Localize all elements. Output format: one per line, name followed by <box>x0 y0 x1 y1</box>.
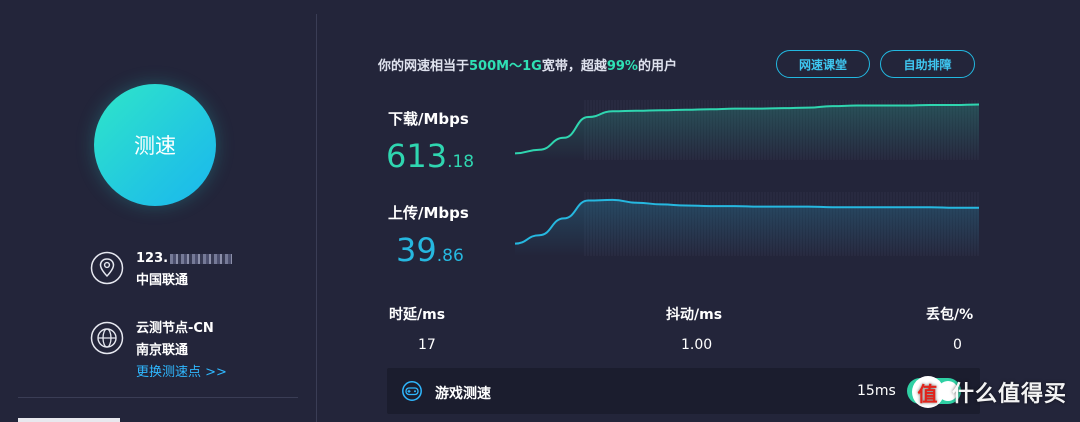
upload-series-area <box>515 199 979 256</box>
panel-divider <box>316 14 317 422</box>
left-divider <box>18 397 298 398</box>
left-panel: 测速 123. 中国联通 云测节点-CN 南京联通 更换测速点 >> <box>0 0 316 422</box>
download-value-dec: .18 <box>447 152 475 172</box>
isp-label: 中国联通 <box>136 273 189 288</box>
summary-percent: 99% <box>606 59 638 74</box>
node-info: 云测节点-CN 南京联通 更换测速点 >> <box>90 318 227 384</box>
start-speed-test-button[interactable]: 测速 <box>94 84 216 206</box>
download-value-int: 613 <box>386 137 448 175</box>
upload-value-int: 39 <box>396 231 437 269</box>
game-latency: 15ms <box>857 383 896 399</box>
self-troubleshoot-button[interactable]: 自助排障 <box>880 50 975 78</box>
summary-prefix: 你的网速相当于 <box>378 59 470 74</box>
gamepad-icon <box>402 381 422 401</box>
summary-bandwidth: 500M～1G <box>469 59 542 74</box>
watermark-text: 什么值得买 <box>952 382 1068 407</box>
change-node-link[interactable]: 更换测速点 >> <box>136 362 227 384</box>
speed-summary: 你的网速相当于500M～1G宽带，超越99%的用户 <box>378 55 677 74</box>
bottom-tab-indicator <box>18 418 120 422</box>
ip-info: 123. 中国联通 <box>90 248 233 292</box>
summary-middle: 宽带，超越 <box>541 59 607 74</box>
upload-chart <box>515 192 979 256</box>
location-pin-icon <box>90 251 124 285</box>
download-value: 613.18 <box>386 140 474 178</box>
watermark: 值 什么值得买 <box>912 376 1067 408</box>
game-speed-label: 游戏测速 <box>435 386 491 402</box>
node-name: 云测节点-CN <box>136 321 214 336</box>
latency-label: 时延/ms <box>389 307 446 323</box>
packet-loss-label: 丢包/% <box>926 307 974 323</box>
jitter-value: 1.00 <box>681 337 713 353</box>
download-chart <box>515 100 979 160</box>
download-label: 下载/Mbps <box>388 110 469 128</box>
upload-value: 39.86 <box>396 234 464 272</box>
jitter-label: 抖动/ms <box>666 307 723 323</box>
node-isp: 南京联通 <box>136 343 189 358</box>
watermark-logo: 值 <box>912 376 944 408</box>
packet-loss-value: 0 <box>953 337 962 353</box>
game-speed-bar: 游戏测速 15ms <box>387 368 980 414</box>
latency-value: 17 <box>418 337 436 353</box>
summary-suffix: 的用户 <box>637 59 677 74</box>
ip-mask <box>170 253 233 264</box>
speed-course-button[interactable]: 网速课堂 <box>776 50 870 78</box>
upload-value-dec: .86 <box>436 246 464 266</box>
ip-address: 123. <box>136 251 169 266</box>
globe-icon <box>90 321 124 355</box>
upload-label: 上传/Mbps <box>388 204 469 222</box>
